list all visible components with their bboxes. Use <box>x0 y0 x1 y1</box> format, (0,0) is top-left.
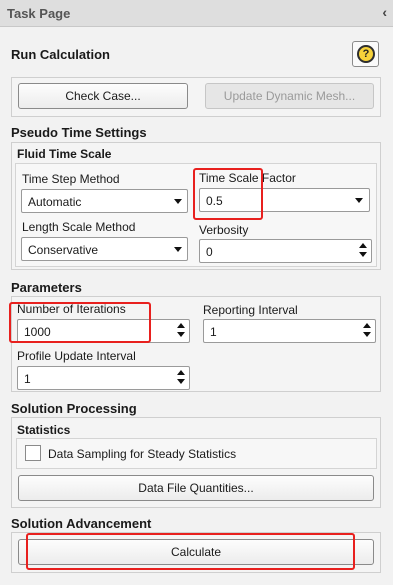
highlight-calculate <box>26 533 355 570</box>
profile-update-interval-label: Profile Update Interval <box>17 349 136 363</box>
solution-advancement-title: Solution Advancement <box>11 516 152 531</box>
time-scale-factor-dropdown-icon[interactable] <box>355 198 363 203</box>
highlight-time-scale-factor <box>193 168 263 220</box>
window-title: Task Page <box>7 6 71 21</box>
run-actions-group: Check Case... Update Dynamic Mesh... <box>11 77 381 117</box>
data-file-quantities-button[interactable]: Data File Quantities... <box>18 475 374 501</box>
solution-processing-group: Statistics Data Sampling for Steady Stat… <box>11 417 381 508</box>
fluid-time-scale-title: Fluid Time Scale <box>17 147 112 161</box>
spinner-icon[interactable] <box>177 323 185 339</box>
reporting-interval-value: 1 <box>210 325 217 339</box>
reporting-interval-stepper[interactable]: 1 <box>203 319 376 343</box>
length-scale-method-label: Length Scale Method <box>22 220 136 234</box>
chevron-down-icon <box>174 199 182 204</box>
collapse-icon[interactable]: ‹ <box>382 4 387 20</box>
parameters-title: Parameters <box>11 280 82 295</box>
data-sampling-label: Data Sampling for Steady Statistics <box>48 447 237 461</box>
profile-update-interval-value: 1 <box>24 372 31 386</box>
data-sampling-checkbox[interactable] <box>25 445 41 461</box>
chevron-down-icon <box>174 247 182 252</box>
check-case-button[interactable]: Check Case... <box>18 83 188 109</box>
statistics-title: Statistics <box>17 423 71 437</box>
time-step-method-value: Automatic <box>28 195 82 209</box>
profile-update-interval-stepper[interactable]: 1 <box>17 366 190 390</box>
verbosity-stepper[interactable]: 0 <box>199 239 372 263</box>
length-scale-method-select[interactable]: Conservative <box>21 237 188 261</box>
task-page-panel: Task Page ‹ Run Calculation ? Check Case… <box>0 0 393 585</box>
highlight-number-of-iterations <box>9 302 151 343</box>
spinner-icon[interactable] <box>363 323 371 339</box>
title-bar: Task Page ‹ <box>0 0 393 27</box>
solution-processing-title: Solution Processing <box>11 401 137 416</box>
verbosity-label: Verbosity <box>199 223 249 237</box>
time-step-method-select[interactable]: Automatic <box>21 189 188 213</box>
statistics-group: Data Sampling for Steady Statistics <box>16 438 377 469</box>
pseudo-time-settings-title: Pseudo Time Settings <box>11 125 147 140</box>
spinner-icon[interactable] <box>359 243 367 259</box>
spinner-icon[interactable] <box>177 370 185 386</box>
length-scale-method-value: Conservative <box>28 243 99 257</box>
page-title: Run Calculation <box>11 47 110 62</box>
help-icon: ? <box>357 45 375 63</box>
help-button[interactable]: ? <box>352 41 379 67</box>
verbosity-value: 0 <box>206 245 213 259</box>
reporting-interval-label: Reporting Interval <box>203 303 298 317</box>
time-step-method-label: Time Step Method <box>22 172 120 186</box>
update-dynamic-mesh-button: Update Dynamic Mesh... <box>205 83 374 109</box>
